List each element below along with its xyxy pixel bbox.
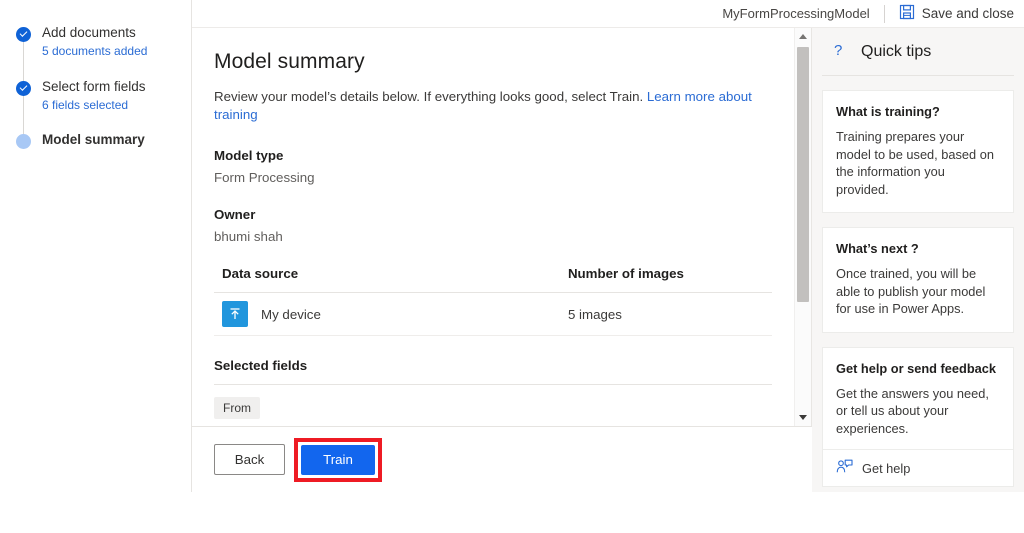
step-title: Add documents xyxy=(42,25,136,40)
page-bottom-fill xyxy=(0,492,1024,533)
step-subtitle[interactable]: 5 documents added xyxy=(42,44,147,59)
tip-card-body: Once trained, you will be able to publis… xyxy=(836,266,986,316)
owner-value: bhumi shah xyxy=(214,229,283,244)
tip-card-body: Get the answers you need, or tell us abo… xyxy=(836,385,989,436)
model-type-value: Form Processing xyxy=(214,170,315,185)
tip-card-title: Get help or send feedback xyxy=(836,360,997,376)
get-help-button[interactable]: Get help xyxy=(823,449,1013,486)
data-source-name: My device xyxy=(261,306,321,322)
page-title: Model summary xyxy=(214,50,365,73)
cell-number-of-images: 5 images xyxy=(559,292,772,336)
selected-fields-divider xyxy=(214,384,772,385)
tip-card-get-help-or-send-feedback: Get help or send feedback Get the answer… xyxy=(822,346,1014,487)
cell-data-source: My device xyxy=(214,292,560,336)
caret-down-icon[interactable] xyxy=(795,409,811,426)
content-scroll-region: Model summary Review your model’s detail… xyxy=(192,28,794,426)
sidebar-step-select-form-fields[interactable]: Select form fields 6 fields selected xyxy=(16,79,146,113)
tip-card-title: What’s next ? xyxy=(836,241,919,256)
caret-up-icon[interactable] xyxy=(795,28,811,45)
tip-card-whats-next: What’s next ? Once trained, you will be … xyxy=(822,227,1014,333)
sidebar-step-add-documents[interactable]: Add documents 5 documents added xyxy=(16,25,147,59)
quick-tips-title: Quick tips xyxy=(861,42,932,60)
svg-text:?: ? xyxy=(834,42,842,59)
column-header-number-of-images: Number of images xyxy=(559,266,772,293)
save-floppy-icon xyxy=(899,4,915,23)
quick-tips-header: ? Quick tips xyxy=(822,28,1014,76)
sidebar-step-model-summary[interactable]: Model summary xyxy=(16,132,145,149)
step-title: Select form fields xyxy=(42,79,146,94)
selected-fields-label: Selected fields xyxy=(214,358,308,373)
owner-label: Owner xyxy=(214,207,256,222)
column-header-data-source: Data source xyxy=(214,266,560,293)
save-and-close-button[interactable]: Save and close xyxy=(899,4,1020,23)
back-button[interactable]: Back xyxy=(214,444,285,475)
header-divider xyxy=(883,4,885,23)
model-type-label: Model type xyxy=(214,148,284,163)
model-name: MyFormProcessingModel xyxy=(722,6,870,21)
scrollbar-thumb[interactable] xyxy=(797,47,809,302)
train-button[interactable]: Train xyxy=(301,444,375,475)
step-title: Model summary xyxy=(42,132,145,147)
save-and-close-label: Save and close xyxy=(921,6,1014,21)
wizard-sidebar: Add documents 5 documents added Select f… xyxy=(0,0,192,533)
footer-action-bar: Back Train xyxy=(192,426,812,492)
step-status-check-icon xyxy=(16,27,31,42)
page-description-text: Review your model’s details below. If ev… xyxy=(214,89,644,104)
content-panel: Model summary Review your model’s detail… xyxy=(192,28,812,492)
table-header-row: Data source Number of images xyxy=(214,266,772,293)
question-mark-icon: ? xyxy=(833,41,847,62)
app-header: MyFormProcessingModel Save and close xyxy=(192,0,1024,28)
train-button-highlight: Train xyxy=(294,437,382,482)
tip-card-body: Training prepares your model to be used,… xyxy=(836,129,994,197)
selected-field-chip: From xyxy=(214,397,260,419)
tip-card-title: What is training? xyxy=(836,104,940,119)
upload-device-icon xyxy=(222,301,248,327)
quick-tips-panel: ? Quick tips What is training? Training … xyxy=(812,28,1024,492)
data-source-table: Data source Number of images My device 5… xyxy=(214,266,772,336)
step-subtitle[interactable]: 6 fields selected xyxy=(42,98,146,113)
table-row: My device 5 images xyxy=(214,292,772,336)
tip-card-what-is-training: What is training? Training prepares your… xyxy=(822,90,1014,213)
content-scrollbar[interactable] xyxy=(794,28,811,426)
person-help-icon xyxy=(836,459,853,477)
step-status-current-icon xyxy=(16,134,31,149)
get-help-label: Get help xyxy=(862,460,911,476)
step-status-check-icon xyxy=(16,81,31,96)
page-description: Review your model’s details below. If ev… xyxy=(214,88,772,124)
